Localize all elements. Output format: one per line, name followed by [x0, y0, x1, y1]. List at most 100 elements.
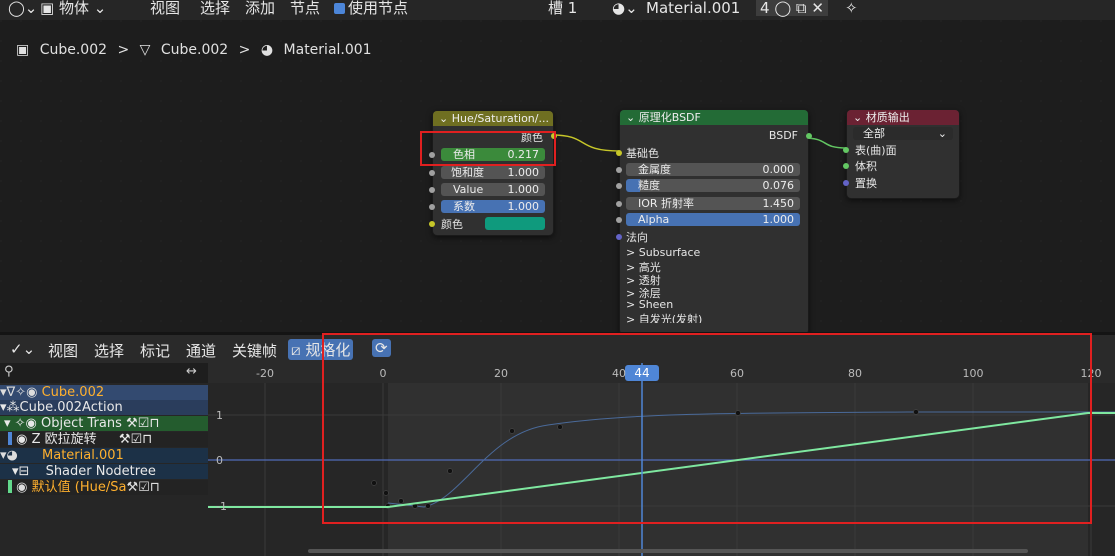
hue-saturation-node[interactable]: ⌄ Hue/Saturation/... 颜色 色相 0.217 饱和度 1.000… [429, 110, 557, 236]
normal-label: 法向 [626, 231, 648, 244]
displacement-label: 置换 [855, 177, 877, 190]
surface-socket[interactable] [843, 147, 849, 153]
ior-socket[interactable] [616, 201, 622, 207]
node-editor[interactable]: ◯⌄ ▣ 物体 ⌄ 视图 选择 添加 节点 使用节点 槽 1 ⌄ ◕⌄ Mate… [0, 0, 1115, 335]
channel-default-value[interactable]: ◉ 默认值 (Hue/Sa⚒☑⊓ [0, 480, 208, 495]
value-field[interactable]: Value 1.000 [441, 183, 545, 196]
y-label-0: 0 [216, 454, 223, 467]
group-icon: ▾ ✧◉ [4, 416, 37, 431]
channel-search-input[interactable] [20, 365, 170, 379]
checkbox-icon [334, 3, 345, 14]
panel-emission[interactable]: > 自发光(发射) [626, 311, 702, 323]
channel-action[interactable]: ▾⁂Cube.002Action [0, 400, 208, 415]
graph-menu-key[interactable]: 关键帧 [232, 340, 277, 361]
mesh-object-icon: ▣ [16, 42, 30, 58]
normalize-icon: ⧄ [291, 341, 301, 359]
channel-object[interactable]: ▾∇✧◉ Cube.002 [0, 385, 208, 400]
object-icon: ▾∇✧◉ [0, 385, 38, 400]
volume-label: 体积 [855, 160, 877, 173]
curve-color-swatch [8, 480, 12, 493]
displacement-socket[interactable] [843, 180, 849, 186]
saturation-field[interactable]: 饱和度 1.000 [441, 166, 545, 179]
ior-field[interactable]: IOR 折射率 1.450 [626, 197, 800, 210]
menu-view[interactable]: 视图 [150, 0, 180, 16]
metallic-field[interactable]: 金属度 0.000 [626, 163, 800, 176]
menu-select[interactable]: 选择 [200, 0, 230, 16]
editor-type-icon[interactable]: ◯⌄ [8, 0, 37, 16]
input-saturation-socket[interactable] [429, 170, 435, 176]
mesh-data-icon: ▽ [139, 42, 151, 58]
fac-field[interactable]: 系数 1.000 [441, 200, 545, 213]
input-fac-socket[interactable] [429, 204, 435, 210]
breadcrumb-sep: > [238, 42, 251, 58]
action-icon: ▾⁂ [0, 400, 20, 415]
breadcrumb-mesh: Cube.002 [160, 42, 229, 58]
node-header[interactable]: ⌄ Hue/Saturation/... [433, 111, 553, 126]
surface-label: 表(曲)面 [855, 144, 897, 157]
material-user-count[interactable]: 4 ◯ ⧉ ✕ [756, 0, 828, 16]
normal-socket[interactable] [616, 234, 622, 240]
breadcrumb-object: Cube.002 [39, 42, 108, 58]
frame-label: -20 [256, 367, 274, 380]
y-label-1: 1 [216, 409, 223, 422]
node-header[interactable]: ⌄ 原理化BSDF [620, 110, 808, 125]
bsdf-output-socket[interactable] [806, 133, 812, 139]
eye-icon: ◉ [16, 480, 28, 495]
breadcrumb-sep: > [117, 42, 130, 58]
graph-menu-marker[interactable]: 标记 [140, 340, 170, 361]
mode-dropdown[interactable]: ▣ 物体 ⌄ [40, 0, 106, 16]
menu-add[interactable]: 添加 [245, 0, 275, 16]
horizontal-scrollbar [308, 549, 1028, 553]
roughness-field[interactable]: 糙度 0.076 [626, 179, 800, 192]
chevron-down-icon: ⌄ [937, 127, 947, 140]
material-name[interactable]: Material.001 [646, 0, 740, 16]
swap-icon[interactable]: ↔ [186, 364, 197, 379]
material-browse[interactable]: ◕⌄ [612, 0, 638, 16]
material-icon: ◕ [260, 42, 274, 58]
nodetree-icon: ▾⊟ [12, 464, 30, 479]
channel-z-rotation[interactable]: ◉ Z 欧拉旋转 ⚒☑⊓ [0, 432, 208, 447]
base-color-socket[interactable] [616, 150, 622, 156]
graph-menu-channel[interactable]: 通道 [186, 340, 216, 361]
principled-bsdf-node[interactable]: ⌄ 原理化BSDF BSDF 基础色 金属度 0.000 糙度 0.076 IOR … [616, 109, 812, 335]
node-header[interactable]: ⌄ 材质输出 [847, 110, 959, 125]
graph-menu-view[interactable]: 视图 [48, 340, 78, 361]
base-color-label: 基础色 [626, 147, 659, 160]
metallic-socket[interactable] [616, 167, 622, 173]
highlight-box-hue [420, 131, 556, 166]
top-menubar: ◯⌄ ▣ 物体 ⌄ 视图 选择 添加 节点 使用节点 槽 1 ⌄ ◕⌄ Mate… [0, 0, 1115, 20]
input-value-socket[interactable] [429, 187, 435, 193]
material-output-node[interactable]: ⌄ 材质输出 全部 ⌄ 表(曲)面 体积 置换 [843, 109, 960, 199]
material-icon: ▾◕ [0, 448, 18, 463]
y-label-neg1: -1 [216, 500, 227, 513]
modifier-icon: ⚒☑⊓ [126, 480, 160, 495]
highlight-box-graph [322, 333, 1092, 524]
channel-nodetree[interactable]: ▾⊟ Shader Nodetree [0, 464, 208, 479]
target-dropdown[interactable]: 全部 ⌄ [853, 127, 953, 140]
panel-sheen[interactable]: > Sheen [626, 298, 673, 311]
color-swatch[interactable] [485, 217, 545, 230]
alpha-socket[interactable] [616, 217, 622, 223]
panel-subsurface[interactable]: > Subsurface [626, 246, 700, 259]
breadcrumb-material: Material.001 [283, 42, 372, 58]
graph-menu-select[interactable]: 选择 [94, 340, 124, 361]
alpha-field[interactable]: Alpha 1.000 [626, 213, 800, 226]
curve-color-swatch [8, 432, 12, 445]
use-nodes-checkbox[interactable]: 使用节点 [334, 0, 408, 16]
input-color-socket[interactable] [429, 221, 435, 227]
breadcrumb: ▣ Cube.002 > ▽ Cube.002 > ◕ Material.001 [16, 42, 378, 58]
graph-editor-type-icon[interactable]: ✓⌄ [10, 340, 35, 358]
bsdf-output-label: BSDF [768, 129, 798, 142]
menu-node[interactable]: 节点 [290, 0, 320, 16]
modifier-icon: ⚒☑⊓ [118, 432, 153, 447]
channel-group[interactable]: ▾ ✧◉ Object Trans ⚒☑⊓ [0, 416, 208, 431]
channel-search[interactable]: ⚲ ↔ [0, 363, 208, 383]
pin-icon[interactable]: ✧ [845, 0, 858, 16]
volume-socket[interactable] [843, 163, 849, 169]
input-color-label: 颜色 [441, 218, 463, 231]
modifier-icon: ⚒☑⊓ [126, 416, 160, 431]
channel-list: ⚲ ↔ ▾∇✧◉ Cube.002 ▾⁂Cube.002Action ▾ ✧◉ … [0, 363, 208, 556]
roughness-socket[interactable] [616, 183, 622, 189]
eye-icon: ◉ [16, 432, 28, 447]
channel-material[interactable]: ▾◕ Material.001 [0, 448, 208, 463]
